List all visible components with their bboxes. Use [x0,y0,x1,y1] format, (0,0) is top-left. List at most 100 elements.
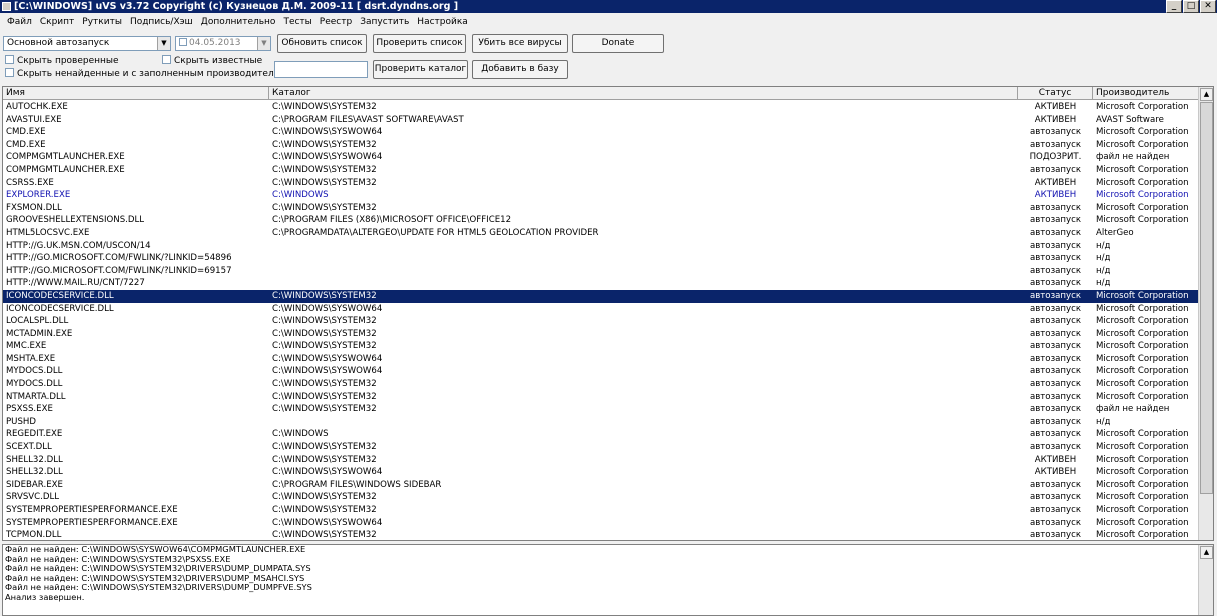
table-row[interactable]: SHELL32.DLL C:\WINDOWS\SYSWOW64 АКТИВЕН Mic… [3,466,1199,479]
table-row[interactable]: AUTOCHK.EXE C:\WINDOWS\SYSTEM32 АКТИВЕН Mic… [3,101,1199,114]
scroll-up-icon[interactable]: ▲ [1200,88,1213,101]
hide-checked-checkbox[interactable]: Скрыть проверенные [5,55,119,67]
log-scrollbar[interactable]: ▲ [1198,545,1213,615]
column-header-vendor[interactable]: Производитель [1093,87,1199,100]
maximize-button[interactable]: □ [1183,0,1199,13]
window-titlebar[interactable]: [C:\WINDOWS] uVS v3.72 Copyright (c) Куз… [0,0,1217,13]
menu-tests[interactable]: Тесты [279,17,315,27]
cell-vendor: Microsoft Corporation [1096,353,1189,364]
table-row[interactable]: SYSTEMPROPERTIESPERFORMANCE.EXE C:\WINDOW… [3,504,1199,517]
table-row[interactable]: SYSTEMPROPERTIESPERFORMANCE.EXE C:\WINDOW… [3,517,1199,530]
table-row[interactable]: PUSHD автозапуск н/д [3,416,1199,429]
scroll-thumb[interactable] [1200,102,1213,494]
autorun-table[interactable]: Имя Каталог Статус Производитель AUTOCHK… [2,86,1214,541]
table-row[interactable]: CSRSS.EXE C:\WINDOWS\SYSTEM32 АКТИВЕН Micro… [3,177,1199,190]
table-row[interactable]: PSXSS.EXE C:\WINDOWS\SYSTEM32 автозапуск фа… [3,403,1199,416]
table-row[interactable]: ICONCODECSERVICE.DLL C:\WINDOWS\SYSTEM32 а… [3,289,1199,303]
minimize-button[interactable]: _ [1166,0,1182,13]
table-row[interactable]: HTML5LOCSVC.EXE C:\PROGRAMDATA\ALTERGEO\U… [3,227,1199,240]
catalog-path-input[interactable] [274,61,368,78]
table-row[interactable]: ICONCODECSERVICE.DLL C:\WINDOWS\SYSWOW64 а… [3,303,1199,316]
table-row[interactable]: EXPLORER.EXE C:\WINDOWS АКТИВЕН Microsoft C… [3,189,1199,202]
menu-registry[interactable]: Реестр [316,17,356,27]
cell-status: АКТИВЕН [1034,467,1077,478]
scroll-up-icon[interactable]: ▲ [1200,546,1213,559]
hide-notfound-checkbox[interactable]: Скрыть ненайденные и с заполненным произ… [5,68,286,80]
table-row[interactable]: MSHTA.EXE C:\WINDOWS\SYSWOW64 автозапуск Mi… [3,353,1199,366]
hide-checked-label: Скрыть проверенные [17,56,119,66]
date-checkbox[interactable] [179,38,187,46]
cell-name: SCEXT.DLL [6,442,52,453]
menu-run[interactable]: Запустить [356,17,413,27]
cell-name: LOCALSPL.DLL [6,316,69,327]
log-panel[interactable]: Файл не найден: C:\WINDOWS\SYSWOW64\COMP… [2,544,1214,616]
column-header-directory[interactable]: Каталог [269,87,1018,100]
cell-vendor: Microsoft Corporation [1096,341,1189,352]
table-row[interactable]: MYDOCS.DLL C:\WINDOWS\SYSTEM32 автозапуск M… [3,378,1199,391]
cell-status: автозапуск [1029,379,1082,390]
check-directory-button[interactable]: Проверить каталог [373,60,468,79]
menu-additional[interactable]: Дополнительно [197,17,280,27]
close-button[interactable]: ✕ [1200,0,1216,13]
table-row[interactable]: MCTADMIN.EXE C:\WINDOWS\SYSTEM32 автозапус… [3,328,1199,341]
table-row[interactable]: SRVSVC.DLL C:\WINDOWS\SYSTEM32 автозапуск M… [3,491,1199,504]
table-row[interactable]: AVASTUI.EXE C:\PROGRAM FILES\AVAST SOFTWA… [3,114,1199,127]
cell-directory: C:\WINDOWS\SYSWOW64 [272,467,383,478]
menu-rootkits[interactable]: Руткиты [78,17,126,27]
table-row[interactable]: FXSMON.DLL C:\WINDOWS\SYSTEM32 автозапуск M… [3,202,1199,215]
menu-signature[interactable]: Подпись/Хэш [126,17,197,27]
table-row[interactable]: MMC.EXE C:\WINDOWS\SYSTEM32 автозапуск Micr… [3,340,1199,353]
cell-status: автозапуск [1029,278,1082,289]
table-row[interactable]: HTTP://WWW.MAIL.RU/CNT/7227 автозапуск н/д [3,277,1199,290]
table-row[interactable]: MYDOCS.DLL C:\WINDOWS\SYSWOW64 автозапуск M… [3,365,1199,378]
cell-status: автозапуск [1029,328,1082,339]
menu-file[interactable]: Файл [3,17,36,27]
donate-button[interactable]: Donate [572,34,664,53]
cell-vendor: Microsoft Corporation [1096,429,1189,440]
cell-name: TCPMON.DLL [6,530,62,541]
cell-name: MSHTA.EXE [6,353,56,364]
kill-all-viruses-button[interactable]: Убить все вирусы [472,34,568,53]
table-row[interactable]: LOCALSPL.DLL C:\WINDOWS\SYSTEM32 автозапус… [3,315,1199,328]
table-row[interactable]: TCPMON.DLL C:\WINDOWS\SYSTEM32 автозапуск M… [3,529,1199,541]
table-row[interactable]: NTMARTA.DLL C:\WINDOWS\SYSTEM32 автозапуск… [3,391,1199,404]
cell-name: SYSTEMPROPERTIESPERFORMANCE.EXE [6,505,178,515]
cell-status: автозапуск [1029,391,1082,402]
cell-name: FXSMON.DLL [6,202,62,213]
refresh-list-button[interactable]: Обновить список [277,34,367,53]
add-to-database-button[interactable]: Добавить в базу [472,60,568,79]
table-row[interactable]: HTTP://G.UK.MSN.COM/USCON/14 автозапуск н/… [3,240,1199,253]
cell-status: автозапуск [1029,492,1082,503]
table-row[interactable]: COMPMGMTLAUNCHER.EXE C:\WINDOWS\SYSWOW64 П… [3,151,1199,164]
chevron-down-icon: ▼ [157,37,170,50]
table-row[interactable]: SIDEBAR.EXE C:\PROGRAM FILES\WINDOWS SIDE… [3,479,1199,492]
cell-directory: C:\WINDOWS\SYSTEM32 [272,492,377,503]
table-row[interactable]: CMD.EXE C:\WINDOWS\SYSTEM32 автозапуск Micr… [3,139,1199,152]
table-row[interactable]: CMD.EXE C:\WINDOWS\SYSWOW64 автозапуск Micr… [3,126,1199,139]
table-row[interactable]: GROOVESHELLEXTENSIONS.DLL C:\PROGRAM FILE… [3,214,1199,227]
cell-name: MMC.EXE [6,341,47,352]
menu-settings[interactable]: Настройка [413,17,472,27]
checkbox-box [162,55,171,64]
cell-status: автозапуск [1029,479,1082,490]
menu-script[interactable]: Скрипт [36,17,78,27]
cell-directory: C:\WINDOWS\SYSTEM32 [272,391,377,402]
table-row[interactable]: HTTP://GO.MICROSOFT.COM/FWLINK/?LINKID=5… [3,252,1199,265]
table-row[interactable]: SHELL32.DLL C:\WINDOWS\SYSTEM32 АКТИВЕН Mic… [3,454,1199,467]
hide-known-checkbox[interactable]: Скрыть известные [162,55,262,67]
cell-directory: C:\WINDOWS\SYSWOW64 [272,303,383,314]
table-row[interactable]: REGEDIT.EXE C:\WINDOWS автозапуск Microsoft… [3,428,1199,441]
cell-name: MCTADMIN.EXE [6,328,73,339]
table-row[interactable]: HTTP://GO.MICROSOFT.COM/FWLINK/?LINKID=6… [3,265,1199,278]
cell-directory: C:\WINDOWS\SYSTEM32 [272,442,377,453]
cell-directory [269,240,1018,253]
column-header-status[interactable]: Статус [1018,87,1093,100]
check-list-button[interactable]: Проверить список [373,34,466,53]
table-row[interactable]: COMPMGMTLAUNCHER.EXE C:\WINDOWS\SYSTEM32 а… [3,164,1199,177]
table-row[interactable]: SCEXT.DLL C:\WINDOWS\SYSTEM32 автозапуск Mi… [3,441,1199,454]
table-scrollbar[interactable]: ▲ [1198,87,1213,540]
category-select[interactable]: Основной автозапуск ▼ [3,36,171,51]
date-picker[interactable]: 04.05.2013 ▼ [175,36,271,51]
column-header-name[interactable]: Имя [3,87,269,100]
cell-status: автозапуск [1029,303,1082,314]
